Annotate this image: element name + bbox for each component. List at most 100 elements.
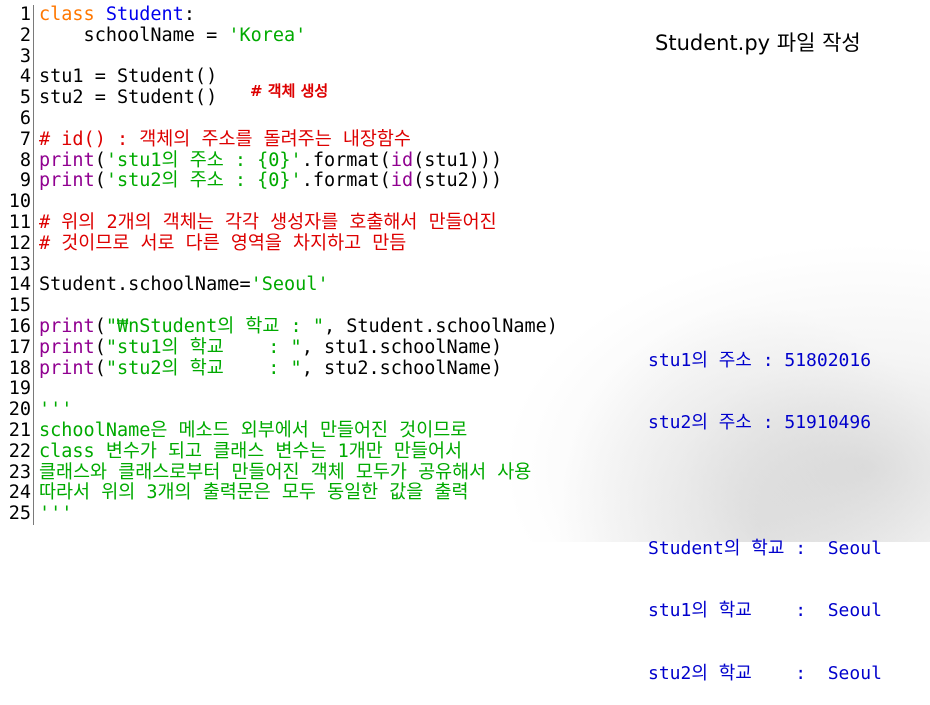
code-line-20: 20 ''' <box>0 399 700 421</box>
code-text: , stu1.schoolName) <box>301 336 503 358</box>
builtin-id: id <box>390 170 414 192</box>
code-text: stu1 = Student() <box>39 66 218 88</box>
code-text: ( <box>94 336 106 358</box>
line-number: 3 <box>0 46 34 68</box>
annotation-object-creation: # 객체 생성 <box>250 82 329 100</box>
line-number: 20 <box>0 399 34 421</box>
code-line-10: 10 <box>0 191 700 213</box>
line-number: 19 <box>0 379 34 401</box>
code-line-22: 22 class 변수가 되고 클래스 변수는 1개만 만들어서 <box>0 440 700 463</box>
code-text: ( <box>94 170 106 192</box>
code-line-9: 9 print('stu2의 주소 : {0}' .format(id (stu2))… <box>0 170 700 193</box>
code-line-11: 11 # 위의 2개의 객체는 각각 생성자를 호출해서 만들어진 <box>0 211 700 234</box>
builtin-print: print <box>39 149 95 171</box>
line-number: 6 <box>0 108 34 130</box>
line-number: 17 <box>0 337 34 359</box>
line-number: 16 <box>0 316 34 338</box>
line-number: 11 <box>0 212 34 234</box>
code-line-5: 5 stu2 = Student() <box>0 87 700 109</box>
docstring: class 변수가 되고 클래스 변수는 1개만 만들어서 <box>39 440 462 462</box>
string-literal: 'stu2의 주소 : {0}' <box>105 170 302 192</box>
comment: # 위의 2개의 객체는 각각 생성자를 호출해서 만들어진 <box>39 211 497 233</box>
comment: # id() : 객체의 주소를 돌려주는 내장함수 <box>39 128 411 150</box>
code-text: ( <box>94 315 106 337</box>
code-text: (stu1))) <box>413 149 503 171</box>
docstring: ''' <box>39 503 73 525</box>
colon: : <box>183 4 195 25</box>
code-line-21: 21 schoolName은 메소드 외부에서 만들어진 것이므로 <box>0 419 700 442</box>
line-number: 21 <box>0 420 34 442</box>
line-number: 24 <box>0 483 34 505</box>
code-line-6: 6 <box>0 108 700 130</box>
line-number: 8 <box>0 150 34 172</box>
line-number: 13 <box>0 254 34 276</box>
code-text: schoolName = <box>39 24 229 46</box>
code-line-8: 8 print('stu1의 주소 : {0}' .format(id (stu1))… <box>0 149 700 172</box>
page-title: Student.py 파일 작성 <box>655 31 861 55</box>
code-line-16: 16 print("₩nStudent의 학교 : ", Student.scho… <box>0 315 700 338</box>
output-line: stu2의 학교 : Seoul <box>648 662 882 684</box>
code-line-14: 14 Student.schoolName= 'Seoul' <box>0 274 700 297</box>
docstring: ''' <box>39 399 73 421</box>
class-name: Student <box>94 4 184 25</box>
builtin-print: print <box>39 336 95 358</box>
line-number: 14 <box>0 275 34 297</box>
code-line-24: 24 따라서 위의 3개의 출력문은 모두 동일한 값을 출력 <box>0 482 700 505</box>
line-number: 15 <box>0 295 34 317</box>
builtin-id: id <box>390 149 414 171</box>
output-line: stu1의 주소 : 51802016 <box>648 349 872 371</box>
builtin-print: print <box>39 315 95 337</box>
code-text: .format( <box>301 149 391 171</box>
code-text: ( <box>94 357 106 379</box>
code-line-4: 4 stu1 = Student() <box>0 66 700 89</box>
line-number: 18 <box>0 358 34 380</box>
output-line: Student의 학교 : Seoul <box>648 537 882 559</box>
code-line-3: 3 <box>0 46 700 68</box>
line-number: 22 <box>0 441 34 463</box>
line-number: 23 <box>0 462 34 484</box>
code-text: Student.schoolName= <box>39 274 251 296</box>
code-line-12: 12 # 것이므로 서로 다른 영역을 차지하고 만듬 <box>0 232 700 255</box>
code-text: ( <box>94 149 106 171</box>
output-line: stu2의 주소 : 51910496 <box>648 411 872 433</box>
code-line-19: 19 <box>0 379 700 401</box>
code-line-2: 2 schoolName = 'Korea' <box>0 24 700 47</box>
code-line-25: 25 ''' <box>0 503 700 525</box>
line-number: 7 <box>0 129 34 151</box>
code-text: stu2 = Student() <box>39 87 218 109</box>
docstring: schoolName은 메소드 외부에서 만들어진 것이므로 <box>39 419 468 441</box>
code-text: , stu2.schoolName) <box>301 357 503 379</box>
code-line-18: 18 print("stu2의 학교 : ", stu2.schoolName) <box>0 357 700 380</box>
line-number: 12 <box>0 233 34 255</box>
line-number: 10 <box>0 191 34 213</box>
builtin-print: print <box>39 170 95 192</box>
keyword-class: class <box>39 4 95 25</box>
line-number: 2 <box>0 25 34 47</box>
line-number: 9 <box>0 171 34 193</box>
string-literal: "₩nStudent의 학교 : " <box>105 315 324 337</box>
code-editor[interactable]: 1 class Student: 2 schoolName = 'Korea' 3… <box>0 4 700 525</box>
docstring: 따라서 위의 3개의 출력문은 모두 동일한 값을 출력 <box>39 482 469 504</box>
code-line-15: 15 <box>0 295 700 317</box>
line-number: 4 <box>0 67 34 89</box>
code-text: .format( <box>301 170 391 192</box>
string-literal: 'stu1의 주소 : {0}' <box>105 149 302 171</box>
docstring: 클래스와 클래스로부터 만들어진 객체 모두가 공유해서 사용 <box>39 461 532 483</box>
comment: # 것이므로 서로 다른 영역을 차지하고 만듬 <box>39 232 407 254</box>
output-line: stu1의 학교 : Seoul <box>648 600 882 622</box>
line-number: 5 <box>0 87 34 109</box>
code-line-1: 1 class Student: <box>0 4 700 26</box>
code-line-23: 23 클래스와 클래스로부터 만들어진 객체 모두가 공유해서 사용 <box>0 461 700 484</box>
builtin-print: print <box>39 357 95 379</box>
code-line-17: 17 print("stu1의 학교 : ", stu1.schoolName) <box>0 336 700 359</box>
string-literal: 'Seoul' <box>250 274 329 296</box>
line-number: 25 <box>0 503 34 525</box>
console-output: stu1의 주소 : 51802016 stu2의 주소 : 51910496 … <box>648 309 882 705</box>
code-text: (stu2))) <box>413 170 503 192</box>
output-spacer <box>648 475 882 497</box>
line-number: 1 <box>0 4 34 26</box>
string-literal: "stu1의 학교 : " <box>105 336 302 358</box>
code-text: , Student.schoolName) <box>323 315 558 337</box>
string-literal: 'Korea' <box>228 24 307 46</box>
code-line-7: 7 # id() : 객체의 주소를 돌려주는 내장함수 <box>0 128 700 151</box>
